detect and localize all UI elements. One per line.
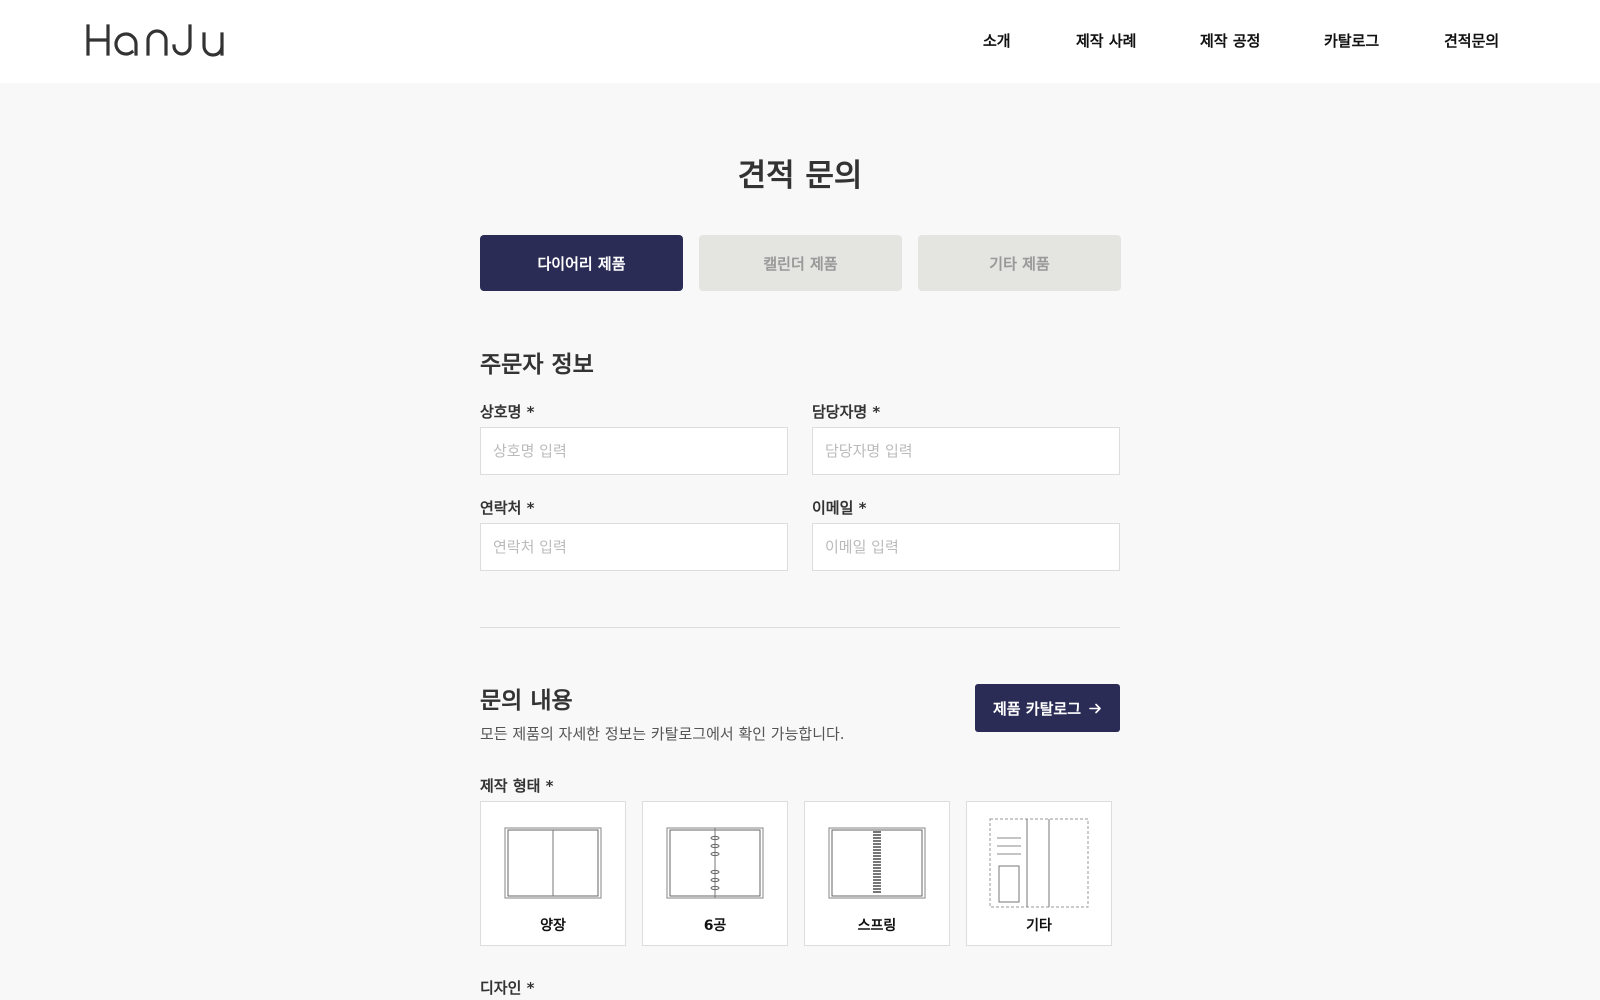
product-catalog-button[interactable]: 제품 카탈로그 [975,684,1120,732]
company-name-label: 상호명 * [480,403,535,421]
tab-calendar-products[interactable]: 캘린더 제품 [699,235,902,291]
nav-item-portfolio[interactable]: 제작 사례 [1076,30,1136,51]
design-label: 디자인 * [480,979,535,997]
section-divider [480,627,1120,628]
nav-item-about[interactable]: 소개 [983,30,1011,51]
inquiry-section-title: 문의 내용 [480,688,573,714]
option-six-ring[interactable]: 6공 [642,801,788,946]
phone-input[interactable] [480,523,788,571]
nav-item-quote[interactable]: 견적문의 [1444,30,1499,51]
other-binding-icon [989,818,1089,908]
option-other-label: 기타 [1026,918,1052,934]
nav-item-process[interactable]: 제작 공정 [1200,30,1260,51]
main-nav: 소개 제작 사례 제작 공정 카탈로그 견적문의 [0,30,1600,54]
option-hardcover[interactable]: 양장 [480,801,626,946]
production-type-label: 제작 형태 * [480,777,554,795]
page-title: 견적 문의 [737,158,863,194]
inquiry-subtitle: 모든 제품의 자세한 정보는 카탈로그에서 확인 가능합니다. [480,725,845,743]
tab-other-products[interactable]: 기타 제품 [918,235,1121,291]
company-name-input[interactable] [480,427,788,475]
email-label: 이메일 * [812,499,867,517]
phone-label: 연락처 * [480,499,535,517]
six-ring-binder-icon [666,827,764,899]
contact-person-input[interactable] [812,427,1120,475]
option-spiral-label: 스프링 [857,918,897,934]
spiral-binding-icon [828,827,926,899]
option-other[interactable]: 기타 [966,801,1112,946]
arrow-right-icon [1089,703,1101,713]
catalog-button-label: 제품 카탈로그 [992,699,1082,718]
email-input[interactable] [812,523,1120,571]
contact-person-label: 담당자명 * [812,403,881,421]
hardcover-book-icon [504,827,602,899]
nav-item-catalog[interactable]: 카탈로그 [1324,30,1379,51]
orderer-section-title: 주문자 정보 [480,352,594,378]
option-six-ring-label: 6공 [703,918,727,934]
site-header: 소개 제작 사례 제작 공정 카탈로그 견적문의 [0,0,1600,83]
option-hardcover-label: 양장 [540,918,566,934]
tab-diary-products[interactable]: 다이어리 제품 [480,235,683,291]
option-spiral[interactable]: 스프링 [804,801,950,946]
